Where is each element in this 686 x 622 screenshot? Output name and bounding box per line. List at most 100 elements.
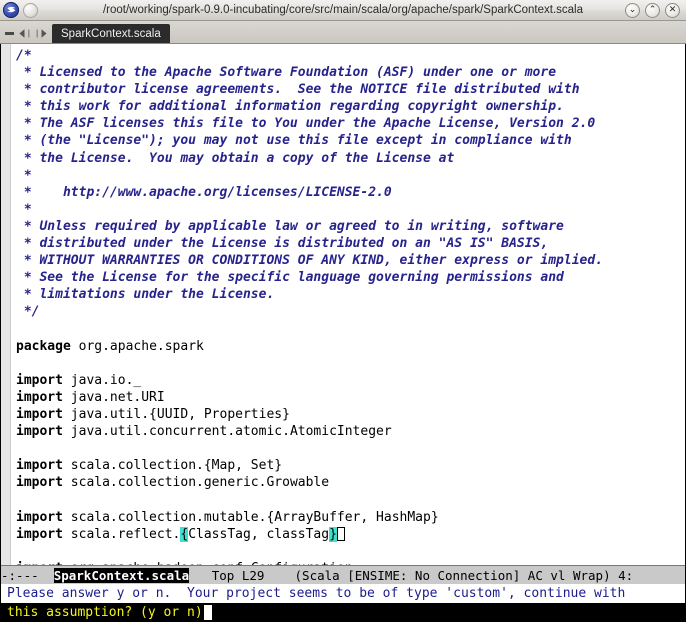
code-line: import java.util.{UUID, Properties}: [16, 406, 685, 423]
code-line: * the License. You may obtain a copy of …: [16, 150, 685, 167]
code-comment: /*: [16, 48, 32, 63]
code-keyword: import: [16, 406, 63, 422]
code-text: scala.reflect.: [62, 526, 181, 542]
code-comment: * contributor license agreements. See th…: [16, 82, 580, 98]
window-orb-icon: [23, 2, 38, 18]
code-comment: * http://www.apache.org/licenses/LICENSE…: [16, 184, 392, 200]
mode-line-indicators: -:---: [1, 567, 54, 583]
code-keyword: import: [16, 389, 63, 405]
code-line: [16, 321, 685, 338]
code-line: * contributor license agreements. See th…: [16, 81, 685, 98]
code-line: * Unless required by applicable law or a…: [16, 218, 685, 235]
tab-sparkcontext-scala[interactable]: SparkContext.scala: [52, 24, 170, 43]
window-title: /root/working/spark-0.9.0-incubating/cor…: [102, 4, 584, 16]
emacs-frame: /* * Licensed to the Apache Software Fou…: [0, 44, 686, 622]
buffer-area: /* * Licensed to the Apache Software Fou…: [1, 44, 685, 565]
code-line: import scala.collection.mutable.{ArrayBu…: [16, 509, 685, 526]
code-line: * See the License for the specific langu…: [16, 269, 685, 286]
maximize-button[interactable]: ⌃: [645, 2, 660, 18]
code-comment: *: [16, 201, 32, 217]
code-comment: * See the License for the specific langu…: [16, 270, 564, 286]
code-text: org.apache.spark: [70, 338, 204, 354]
code-text: scala.collection.{Map, Set}: [62, 458, 283, 474]
arrow-right-icon[interactable]: [34, 27, 49, 40]
code-line: * Licensed to the Apache Software Founda…: [16, 64, 685, 81]
code-line: import java.io._: [16, 372, 685, 389]
left-fringe: [1, 44, 11, 565]
code-text: ClassTag, classTag: [188, 526, 330, 542]
window-title-bar: /root/working/spark-0.9.0-incubating/cor…: [0, 0, 686, 21]
minibuffer[interactable]: Please answer y or n. Your project seems…: [1, 584, 685, 622]
arrow-left-icon[interactable]: [17, 27, 32, 40]
tab-bar-tools: [0, 27, 52, 43]
code-line: *: [16, 201, 685, 218]
code-line: import scala.collection.{Map, Set}: [16, 457, 685, 474]
minibuffer-cursor: [203, 605, 212, 620]
emacs-window: /root/working/spark-0.9.0-incubating/cor…: [0, 0, 686, 622]
code-text: scala.collection.generic.Growable: [62, 475, 330, 491]
code-line: import java.net.URI: [16, 389, 685, 406]
code-comment: * limitations under the License.: [16, 287, 275, 303]
code-comment: * WITHOUT WARRANTIES OR CONDITIONS OF AN…: [16, 253, 603, 269]
code-line: import java.util.concurrent.atomic.Atomi…: [16, 423, 685, 440]
code-comment: *: [16, 167, 32, 183]
code-comment: * the License. You may obtain a copy of …: [16, 150, 455, 166]
code-line: package org.apache.spark: [16, 338, 685, 355]
code-line: import org.apache.hadoop.conf.Configurat…: [16, 560, 685, 565]
minus-icon[interactable]: [4, 28, 15, 39]
code-line: [16, 355, 685, 372]
source-code-text[interactable]: /* * Licensed to the Apache Software Fou…: [11, 44, 685, 565]
code-line: */: [16, 303, 685, 320]
matching-paren-highlight: }: [329, 526, 337, 542]
code-comment: * The ASF licenses this file to You unde…: [16, 116, 596, 132]
code-text: scala.collection.mutable.{ArrayBuffer, H…: [62, 509, 439, 525]
code-line: * this work for additional information r…: [16, 98, 685, 115]
code-line: *: [16, 167, 685, 184]
code-line: [16, 440, 685, 457]
code-line: import scala.collection.generic.Growable: [16, 474, 685, 491]
code-line: * distributed under the License is distr…: [16, 235, 685, 252]
minibuffer-prompt-text: this assumption? (y or n): [7, 605, 203, 620]
code-line: * WITHOUT WARRANTIES OR CONDITIONS OF AN…: [16, 252, 685, 269]
code-line: [16, 491, 685, 508]
code-line: * limitations under the License.: [16, 286, 685, 303]
code-comment: * (the "License"); you may not use this …: [16, 133, 572, 149]
title-bar-left-icons: [0, 2, 38, 18]
mode-line-position: Top L29: [189, 567, 295, 583]
code-comment: * this work for additional information r…: [16, 99, 564, 115]
code-keyword: import: [16, 509, 63, 525]
text-cursor: [336, 526, 345, 541]
code-line: * The ASF licenses this file to You unde…: [16, 115, 685, 132]
close-button[interactable]: ✕: [665, 2, 680, 18]
code-comment: * Unless required by applicable law or a…: [16, 218, 564, 234]
code-text: org.apache.hadoop.conf.Configuration: [63, 561, 353, 565]
code-text: java.io._: [62, 372, 142, 388]
tab-bar: SparkContext.scala: [0, 21, 686, 44]
code-keyword: import: [16, 372, 63, 388]
code-line: /*: [16, 47, 685, 64]
code-keyword: import: [16, 526, 63, 542]
code-text: java.net.URI: [62, 389, 165, 405]
mode-line-modes: (Scala [ENSIME: No Connection] AC vl Wra…: [294, 567, 634, 583]
mode-line-buffer-name: SparkContext.scala: [53, 567, 190, 583]
code-line: import scala.reflect.{ClassTag, classTag…: [16, 526, 685, 543]
code-text: java.util.concurrent.atomic.AtomicIntege…: [62, 424, 392, 440]
code-keyword: package: [16, 338, 71, 354]
code-comment: * Licensed to the Apache Software Founda…: [16, 65, 557, 81]
code-line: * http://www.apache.org/licenses/LICENSE…: [16, 184, 685, 201]
minibuffer-message-line: Please answer y or n. Your project seems…: [1, 584, 685, 603]
code-line: * (the "License"); you may not use this …: [16, 132, 685, 149]
minibuffer-prompt-line[interactable]: this assumption? (y or n): [1, 603, 685, 622]
window-controls: ⌄ ⌃ ✕: [625, 2, 686, 18]
code-keyword: import: [16, 458, 63, 474]
code-text: java.util.{UUID, Properties}: [62, 406, 290, 422]
emacs-logo-icon: [3, 2, 19, 18]
minimize-button[interactable]: ⌄: [625, 2, 640, 18]
code-keyword: import: [16, 561, 63, 565]
code-comment: * distributed under the License is distr…: [16, 236, 549, 252]
